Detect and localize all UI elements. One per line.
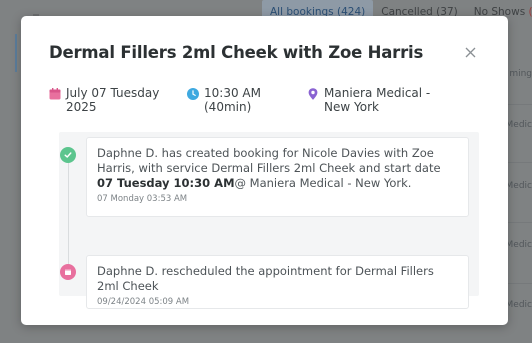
booking-meta: July 07 Tuesday 2025 10:30 AM (40min) Ma… xyxy=(49,86,489,120)
check-icon xyxy=(64,152,72,158)
background-list-text: Medic xyxy=(505,300,532,310)
timeline-entry-text: Daphne D. rescheduled the appointment fo… xyxy=(97,264,458,294)
modal-title: Dermal Fillers 2ml Cheek with Zoe Harris xyxy=(49,43,424,62)
timeline-connector xyxy=(68,152,69,272)
timeline-entry-text-part: Daphne D. has created booking for Nicole… xyxy=(97,146,441,175)
timeline-entry-start-date: 07 Tuesday 10:30 AM xyxy=(97,176,235,190)
background-row-divider xyxy=(508,283,532,284)
calendar-icon xyxy=(49,88,61,100)
background-list-text: Medic xyxy=(505,120,532,130)
close-icon xyxy=(465,47,475,57)
location-pin-icon xyxy=(308,88,318,100)
booking-time: 10:30 AM (40min) xyxy=(187,86,297,114)
booking-date: July 07 Tuesday 2025 xyxy=(49,86,169,114)
timeline-entry-text-part: @ Maniera Medical - New York. xyxy=(234,176,412,190)
close-button[interactable] xyxy=(461,43,479,61)
background-list-text: Medic xyxy=(505,181,532,191)
timeline-entry-text-part: Daphne D. rescheduled the appointment fo… xyxy=(97,264,434,293)
timeline-entry: Daphne D. rescheduled the appointment fo… xyxy=(86,255,469,309)
timeline-entry-text: Daphne D. has created booking for Nicole… xyxy=(97,146,458,191)
booking-time-text: 10:30 AM (40min) xyxy=(204,86,261,114)
sidebar-active-indicator xyxy=(15,34,17,72)
booking-date-text: July 07 Tuesday 2025 xyxy=(66,86,160,114)
background-list-text: Medic xyxy=(505,240,532,250)
background-row-divider xyxy=(508,222,532,223)
timeline-entry-timestamp: 09/24/2024 05:09 AM xyxy=(97,297,190,307)
timeline-entry: Daphne D. has created booking for Nicole… xyxy=(86,137,469,217)
timeline-status-dot xyxy=(60,147,76,163)
background-row-divider xyxy=(508,162,532,163)
booking-location: Maniera Medical - New York xyxy=(307,86,457,114)
booking-location-text: Maniera Medical - New York xyxy=(324,86,431,114)
background-list-column: ming Medic Medic Medic Medic xyxy=(505,0,532,343)
background-row-divider xyxy=(508,104,532,105)
timeline-status-dot xyxy=(60,264,76,280)
booking-activity-timeline: Daphne D. has created booking for Nicole… xyxy=(59,132,479,309)
clock-icon xyxy=(187,88,199,100)
timeline-entry-timestamp: 07 Monday 03:53 AM xyxy=(97,194,188,204)
booking-details-modal: Dermal Fillers 2ml Cheek with Zoe Harris… xyxy=(21,16,508,325)
calendar-icon xyxy=(65,269,71,275)
background-list-text: ming xyxy=(509,69,532,79)
